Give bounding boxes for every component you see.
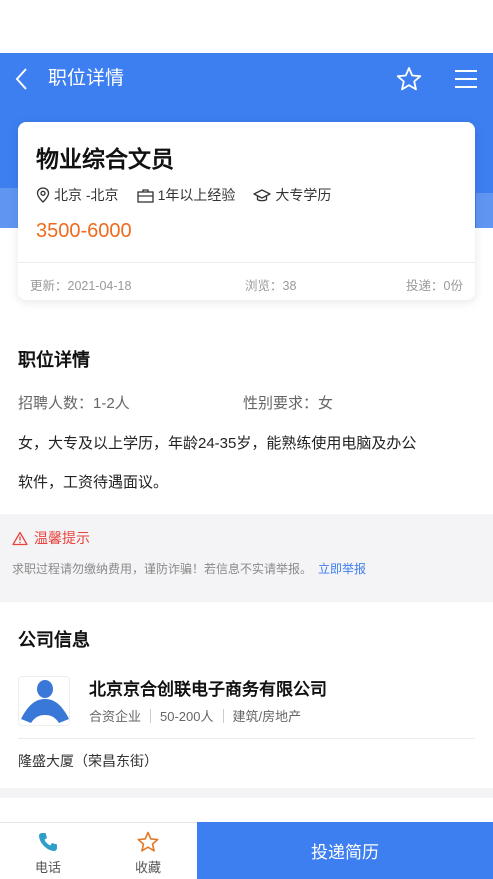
job-experience-text: 1年以上经验 [157,187,236,203]
briefcase-icon [136,188,154,203]
headcount-label: 招聘人数：1-2人 [18,395,130,412]
card-divider [18,262,475,263]
job-summary-card: 物业综合文员 北京 -北京 1年以上经验 大专学历 3500-6000 更新：2… [18,122,475,300]
company-section-title: 公司信息 [18,630,90,650]
job-tags: 北京 -北京 1年以上经验 大专学历 [36,185,349,205]
company-tags: 合资企业 50-200人 建筑/房地产 [89,706,301,725]
job-location: 北京 -北京 [36,185,119,205]
submit-resume-button[interactable]: 投递简历 [197,822,493,879]
warning-icon [12,531,28,545]
location-icon [36,187,50,203]
company-name[interactable]: 北京京合创联电子商务有限公司 [89,675,327,700]
company-logo[interactable] [18,676,70,726]
company-logo-icon [21,680,69,723]
company-address[interactable]: 隆盛大厦（荣昌东街） [18,751,158,771]
favorite-button[interactable] [396,66,422,92]
tip-heading: 温馨提示 [12,528,90,548]
phone-button[interactable]: 电话 [18,823,78,879]
status-bar [0,0,493,53]
page-title: 职位详情 [48,68,125,89]
graduation-cap-icon [253,188,272,201]
safety-tip-box: 温馨提示 求职过程请勿缴纳费用，谨防诈骗！若信息不实请举报。 立即举报 [0,514,493,602]
favorite-label: 收藏 [134,860,161,875]
job-education: 大专学历 [253,185,331,205]
section-gap [0,788,493,798]
job-location-text: 北京 -北京 [54,187,119,203]
report-link[interactable]: 立即举报 [318,562,366,576]
company-size: 50-200人 [160,709,214,724]
job-updated: 更新：2021-04-18 [30,279,132,293]
tip-text: 求职过程请勿缴纳费用，谨防诈骗！若信息不实请举报。 [12,562,313,576]
gender-label: 性别要求：女 [243,395,334,412]
job-experience: 1年以上经验 [136,185,236,205]
company-type: 合资企业 [89,709,142,724]
description-line-2: 软件，工资待遇面议。 [18,474,169,491]
star-icon [396,67,422,91]
job-salary: 3500-6000 [36,220,132,242]
tag-separator [150,708,152,723]
job-education-text: 大专学历 [275,187,332,203]
details-section-title: 职位详情 [18,350,90,370]
company-industry: 建筑/房地产 [232,709,302,724]
favorite-bottom-button[interactable]: 收藏 [118,823,178,879]
back-button[interactable] [10,66,36,92]
description-line-1: 女，大专及以上学历，年龄24-35岁，能熟练使用电脑及办公 [18,435,417,452]
back-icon [15,68,27,90]
menu-icon [455,70,477,88]
menu-button[interactable] [453,66,479,92]
job-applications: 投递：0份 [406,279,463,293]
job-views: 浏览：38 [245,279,297,293]
job-title: 物业综合文员 [36,146,174,172]
tip-text-row: 求职过程请勿缴纳费用，谨防诈骗！若信息不实请举报。 立即举报 [12,560,366,577]
company-divider [18,738,475,739]
phone-label: 电话 [34,860,61,875]
tip-title: 温馨提示 [34,530,90,546]
phone-icon [39,833,57,851]
tag-separator [222,708,224,723]
star-outline-icon [137,831,159,852]
